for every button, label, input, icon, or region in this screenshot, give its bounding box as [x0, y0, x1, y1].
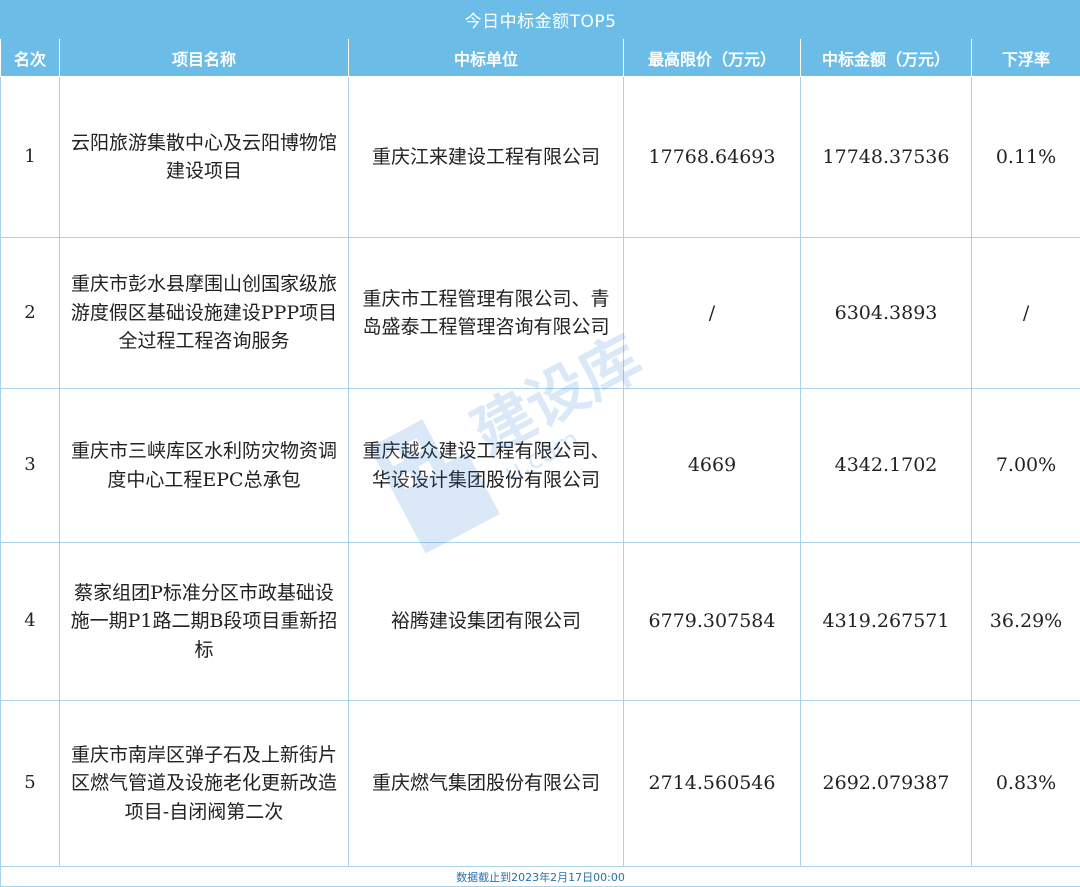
cell-project: 蔡家组团P标准分区市政基础设施一期P1路二期B段项目重新招标 [60, 543, 349, 701]
cell-discount: 36.29% [972, 543, 1080, 701]
table-title: 今日中标金额TOP5 [1, 1, 1080, 39]
cell-winner: 重庆燃气集团股份有限公司 [349, 701, 624, 867]
cell-project: 云阳旅游集散中心及云阳博物馆建设项目 [60, 77, 349, 238]
cell-winner: 重庆江来建设工程有限公司 [349, 77, 624, 238]
cell-bid-amount: 4319.267571 [801, 543, 972, 701]
bid-results-table: 今日中标金额TOP5 名次 项目名称 中标单位 最高限价（万元） 中标金额（万元… [0, 0, 1080, 887]
cell-winner: 重庆越众建设工程有限公司、华设设计集团股份有限公司 [349, 389, 624, 543]
table-row: 4 蔡家组团P标准分区市政基础设施一期P1路二期B段项目重新招标 裕腾建设集团有… [1, 543, 1080, 701]
cell-bid-amount: 17748.37536 [801, 77, 972, 238]
header-rank: 名次 [1, 39, 60, 77]
cell-max-price: 17768.64693 [624, 77, 801, 238]
cell-bid-amount: 4342.1702 [801, 389, 972, 543]
cell-max-price: 2714.560546 [624, 701, 801, 867]
cell-max-price: 4669 [624, 389, 801, 543]
cell-discount: 7.00% [972, 389, 1080, 543]
cell-max-price: 6779.307584 [624, 543, 801, 701]
cell-project: 重庆市南岸区弹子石及上新街片区燃气管道及设施老化更新改造项目-自闭阀第二次 [60, 701, 349, 867]
cell-rank: 5 [1, 701, 60, 867]
cell-project: 重庆市彭水县摩围山创国家级旅游度假区基础设施建设PPP项目全过程工程咨询服务 [60, 238, 349, 389]
cell-project: 重庆市三峡库区水利防灾物资调度中心工程EPC总承包 [60, 389, 349, 543]
table-row: 5 重庆市南岸区弹子石及上新街片区燃气管道及设施老化更新改造项目-自闭阀第二次 … [1, 701, 1080, 867]
cell-discount: 0.11% [972, 77, 1080, 238]
cell-bid-amount: 2692.079387 [801, 701, 972, 867]
table-row: 1 云阳旅游集散中心及云阳博物馆建设项目 重庆江来建设工程有限公司 17768.… [1, 77, 1080, 238]
cell-discount: / [972, 238, 1080, 389]
cell-max-price: / [624, 238, 801, 389]
cell-winner: 裕腾建设集团有限公司 [349, 543, 624, 701]
cell-bid-amount: 6304.3893 [801, 238, 972, 389]
cell-rank: 4 [1, 543, 60, 701]
result-table-container: 今日中标金额TOP5 名次 项目名称 中标单位 最高限价（万元） 中标金额（万元… [0, 0, 1080, 884]
table-row: 3 重庆市三峡库区水利防灾物资调度中心工程EPC总承包 重庆越众建设工程有限公司… [1, 389, 1080, 543]
cell-winner: 重庆市工程管理有限公司、青岛盛泰工程管理咨询有限公司 [349, 238, 624, 389]
header-max-price: 最高限价（万元） [624, 39, 801, 77]
header-bid-amount: 中标金额（万元） [801, 39, 972, 77]
table-header-row: 名次 项目名称 中标单位 最高限价（万元） 中标金额（万元） 下浮率 [1, 39, 1080, 77]
cell-rank: 2 [1, 238, 60, 389]
table-title-row: 今日中标金额TOP5 [1, 1, 1080, 39]
header-discount: 下浮率 [972, 39, 1080, 77]
cell-discount: 0.83% [972, 701, 1080, 867]
header-winner: 中标单位 [349, 39, 624, 77]
cell-rank: 3 [1, 389, 60, 543]
cell-rank: 1 [1, 77, 60, 238]
table-row: 2 重庆市彭水县摩围山创国家级旅游度假区基础设施建设PPP项目全过程工程咨询服务… [1, 238, 1080, 389]
header-project: 项目名称 [60, 39, 349, 77]
